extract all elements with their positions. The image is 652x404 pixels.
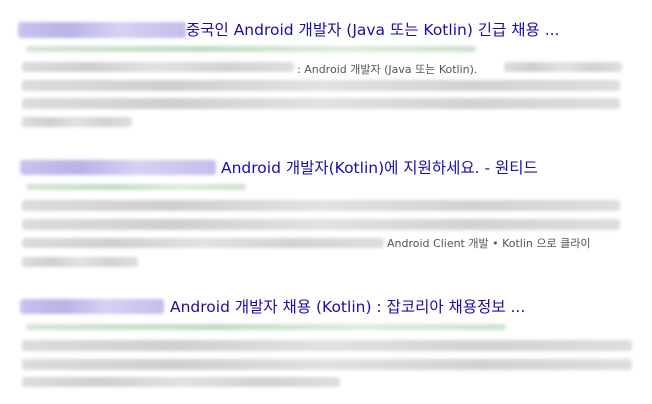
result-2-snippet-line-3: [22, 238, 384, 248]
result-3-snippet-line-2: [22, 359, 632, 370]
result-3-snippet-line-3: [22, 377, 340, 387]
result-1-title-redacted[interactable]: [18, 22, 186, 38]
result-2-title-redacted[interactable]: [20, 160, 216, 175]
result-1-snippet-line-3: [22, 98, 620, 109]
result-1-title-link[interactable]: 중국인 Android 개발자 (Java 또는 Kotlin) 긴급 채용 .…: [186, 20, 559, 40]
result-3-snippet-line-1: [22, 340, 632, 351]
result-1-snippet-line-1b: [504, 62, 622, 72]
result-2-snippet-text: Android Client 개발 • Kotlin 으로 클라이: [387, 237, 591, 250]
result-1-url-redacted[interactable]: [26, 46, 476, 52]
result-1-snippet-text: : Android 개발자 (Java 또는 Kotlin).: [297, 63, 478, 76]
result-1-snippet-line-4: [22, 117, 132, 127]
result-3-url-redacted[interactable]: [26, 324, 506, 330]
result-1-snippet-line-2: [22, 80, 620, 91]
result-2-snippet-line-2: [22, 219, 620, 230]
result-2-url-redacted[interactable]: [26, 184, 246, 190]
result-2-title-link[interactable]: Android 개발자(Kotlin)에 지원하세요. - 원티드: [221, 158, 538, 178]
result-3-title-link[interactable]: Android 개발자 채용 (Kotlin) : 잡코리아 채용정보 ...: [170, 297, 525, 317]
result-3-title-redacted[interactable]: [20, 299, 164, 314]
result-2-snippet-line-4: [22, 257, 138, 267]
result-1-snippet-line-1: [22, 62, 294, 72]
result-2-snippet-line-1: [22, 200, 620, 211]
